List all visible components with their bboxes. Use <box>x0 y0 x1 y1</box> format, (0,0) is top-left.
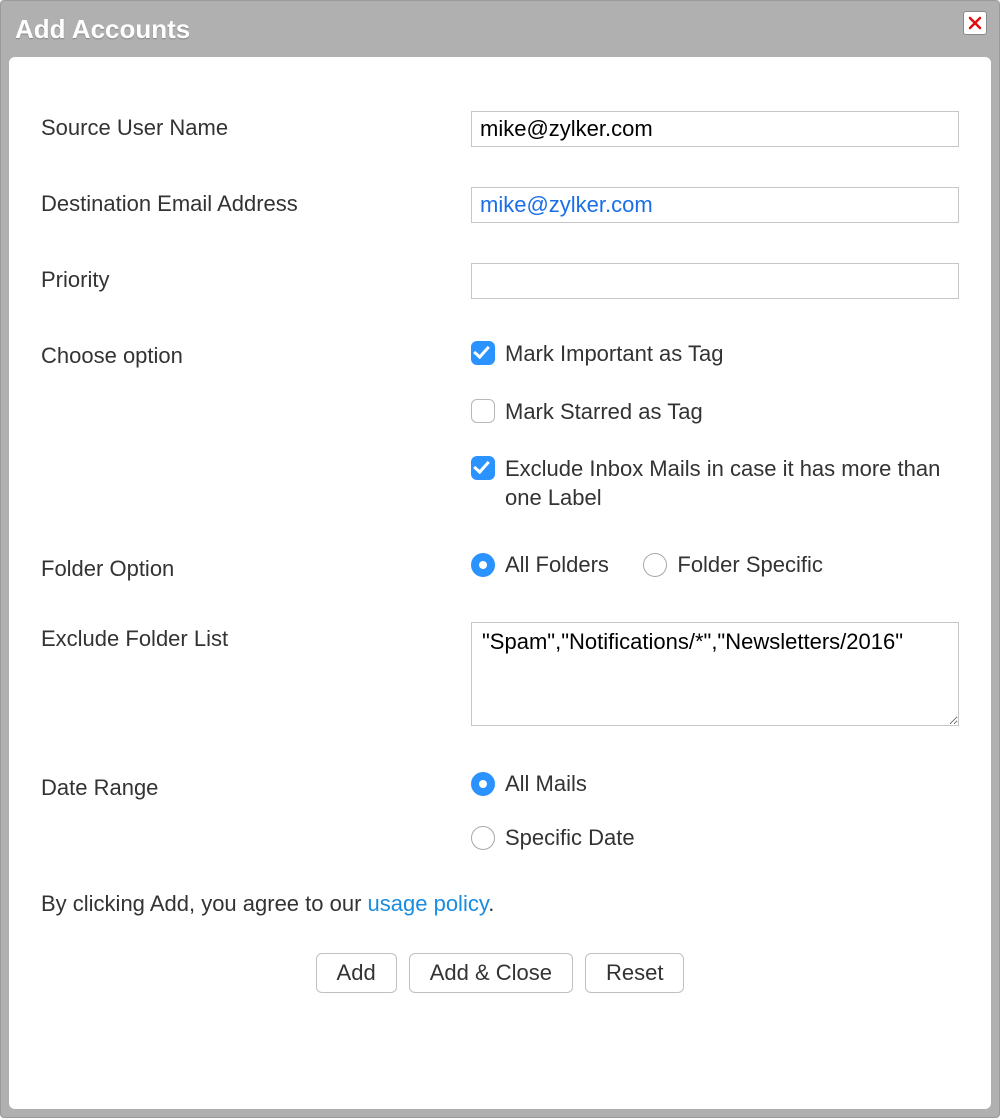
usage-policy-link[interactable]: usage policy <box>368 891 489 916</box>
exclude-folder-list-input[interactable] <box>471 622 959 726</box>
close-button[interactable] <box>963 11 987 35</box>
mark-starred-label: Mark Starred as Tag <box>505 397 703 427</box>
choose-option-label: Choose option <box>41 339 471 369</box>
destination-email-label: Destination Email Address <box>41 187 471 217</box>
specific-date-radio[interactable] <box>471 826 495 850</box>
exclude-inbox-label: Exclude Inbox Mails in case it has more … <box>505 454 959 512</box>
mark-starred-checkbox[interactable] <box>471 399 495 423</box>
all-folders-radio[interactable] <box>471 553 495 577</box>
all-mails-radio-label: All Mails <box>505 771 587 797</box>
all-mails-radio[interactable] <box>471 772 495 796</box>
mark-important-checkbox[interactable] <box>471 341 495 365</box>
exclude-inbox-checkbox[interactable] <box>471 456 495 480</box>
date-range-label: Date Range <box>41 771 471 801</box>
dialog-window: Add Accounts Source User Name Destinatio… <box>0 0 1000 1118</box>
specific-date-radio-label: Specific Date <box>505 825 635 851</box>
button-row: Add Add & Close Reset <box>41 953 959 993</box>
agree-suffix: . <box>488 891 494 916</box>
mark-important-label: Mark Important as Tag <box>505 339 723 369</box>
priority-label: Priority <box>41 263 471 293</box>
agree-prefix: By clicking Add, you agree to our <box>41 891 368 916</box>
source-user-name-input[interactable] <box>471 111 959 147</box>
all-folders-radio-label: All Folders <box>505 552 609 578</box>
reset-button[interactable]: Reset <box>585 953 684 993</box>
priority-input[interactable] <box>471 263 959 299</box>
exclude-folder-list-label: Exclude Folder List <box>41 622 471 652</box>
add-button[interactable]: Add <box>316 953 397 993</box>
agree-text: By clicking Add, you agree to our usage … <box>41 891 959 917</box>
folder-option-label: Folder Option <box>41 552 471 582</box>
destination-email-input[interactable] <box>471 187 959 223</box>
close-icon <box>968 16 982 30</box>
folder-specific-radio-label: Folder Specific <box>677 552 823 578</box>
dialog-titlebar: Add Accounts <box>1 1 999 57</box>
dialog-title: Add Accounts <box>15 14 190 45</box>
dialog-body: Source User Name Destination Email Addre… <box>9 57 991 1109</box>
add-close-button[interactable]: Add & Close <box>409 953 573 993</box>
source-user-name-label: Source User Name <box>41 111 471 141</box>
folder-specific-radio[interactable] <box>643 553 667 577</box>
